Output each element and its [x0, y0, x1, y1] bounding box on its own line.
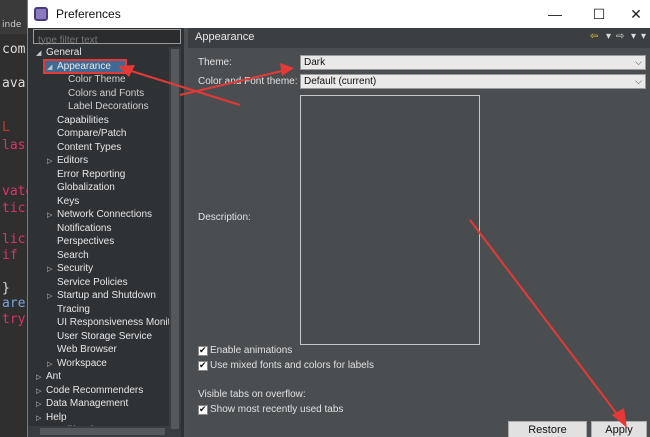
- arrow-to-theme: [179, 63, 294, 96]
- screenshot-stage: inde comavaLlasvateticlicif}aretry Prefe…: [0, 0, 650, 437]
- arrow-to-apply: [469, 219, 627, 428]
- annotation-arrows: [118, 63, 627, 428]
